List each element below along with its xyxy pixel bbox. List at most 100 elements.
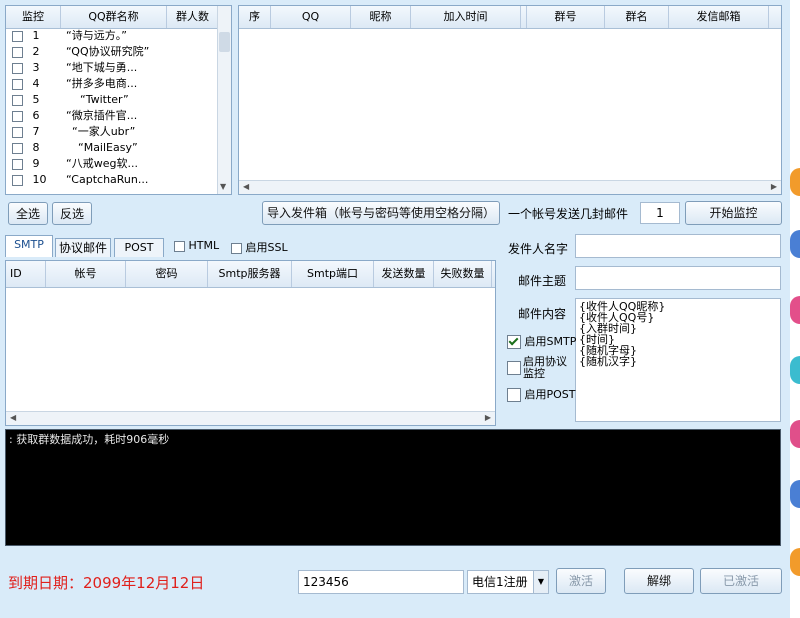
group-row-6[interactable]: 6 “微京插件官...: [6, 108, 137, 124]
group-checkbox[interactable]: [12, 158, 23, 170]
activated-button[interactable]: 已激活: [700, 568, 782, 594]
group-row-name: “诗与远方。”: [66, 29, 127, 42]
line-select-value: 电信1注册: [472, 575, 528, 589]
group-row-num: 7: [32, 125, 40, 138]
group-list-header: 监控 QQ群名称 群人数: [6, 6, 231, 29]
col-join-time[interactable]: 加入时间: [411, 6, 521, 28]
main-window: 监控 QQ群名称 群人数 1 “诗与远方。” 2 “QQ协议研究院” 3 “地下…: [0, 0, 790, 618]
ssl-checkbox[interactable]: [231, 242, 242, 254]
select-all-button[interactable]: 全选: [8, 202, 48, 225]
group-row-num: 6: [32, 109, 40, 122]
per-account-label: 一个帐号发送几封邮件: [508, 207, 629, 221]
enable-post-label: 启用POST: [524, 388, 576, 401]
enable-protocol-option[interactable]: 启用协议 监控: [507, 356, 567, 380]
invert-selection-button[interactable]: 反选: [52, 202, 92, 225]
col-monitor[interactable]: 监控: [6, 6, 61, 28]
col-id[interactable]: ID: [6, 261, 46, 287]
group-checkbox[interactable]: [12, 110, 23, 122]
sender-name-input[interactable]: [575, 234, 781, 258]
col-password[interactable]: 密码: [126, 261, 208, 287]
group-row-5[interactable]: 5 “Twitter”: [6, 92, 129, 108]
col-member-count[interactable]: 群人数: [167, 6, 219, 28]
group-row-1[interactable]: 1 “诗与远方。”: [6, 28, 127, 44]
content-line: {随机汉字}: [579, 355, 637, 368]
col-smtp-port[interactable]: Smtp端口: [292, 261, 374, 287]
subject-input[interactable]: [575, 266, 781, 290]
per-account-input[interactable]: 1: [640, 202, 680, 224]
group-row-num: 1: [32, 29, 40, 42]
edge-decoration: [790, 230, 800, 258]
content-textarea[interactable]: {收件人QQ昵称} {收件人QQ号} {入群时间} {时间} {随机字母} {随…: [575, 298, 781, 422]
group-row-num: 2: [32, 45, 40, 58]
group-row-num: 10: [32, 173, 47, 186]
col-nickname[interactable]: 昵称: [351, 6, 411, 28]
group-row-8[interactable]: 8 “MailEasy”: [6, 140, 138, 156]
group-list[interactable]: 监控 QQ群名称 群人数 1 “诗与远方。” 2 “QQ协议研究院” 3 “地下…: [5, 5, 232, 195]
tab-protocol[interactable]: 协议邮件: [55, 238, 111, 257]
group-checkbox[interactable]: [12, 78, 23, 90]
enable-post-option[interactable]: 启用POST: [507, 386, 576, 402]
scroll-thumb[interactable]: [219, 32, 230, 52]
enable-post-checkbox[interactable]: [507, 388, 521, 402]
member-table[interactable]: 序 QQ 昵称 加入时间 群号 群名 发信邮箱 ◀ ▶: [238, 5, 782, 195]
enable-protocol-label-2: 监控: [523, 367, 545, 380]
unbind-button[interactable]: 解绑: [624, 568, 694, 594]
ssl-option[interactable]: 启用SSL: [231, 239, 288, 255]
smtp-table-header: ID 帐号 密码 Smtp服务器 Smtp端口 发送数量 失败数量: [6, 261, 495, 288]
group-checkbox[interactable]: [12, 30, 23, 42]
member-table-hscrollbar[interactable]: ◀ ▶: [239, 180, 781, 194]
scroll-right-icon[interactable]: ▶: [485, 412, 491, 424]
group-checkbox[interactable]: [12, 46, 23, 58]
scroll-left-icon[interactable]: ◀: [243, 181, 249, 193]
html-checkbox[interactable]: [174, 240, 185, 252]
group-row-2[interactable]: 2 “QQ协议研究院”: [6, 44, 149, 60]
group-row-num: 9: [32, 157, 40, 170]
group-row-num: 8: [32, 141, 40, 154]
group-checkbox[interactable]: [12, 126, 23, 138]
import-sender-button[interactable]: 导入发件箱（帐号与密码等使用空格分隔）: [262, 201, 500, 225]
activation-code-input[interactable]: 123456: [298, 570, 464, 594]
edge-decoration: [790, 356, 800, 384]
col-group-name[interactable]: 群名: [605, 6, 669, 28]
line-select[interactable]: 电信1注册 ▼: [467, 570, 549, 594]
enable-smtp-option[interactable]: 启用SMTP: [507, 333, 576, 349]
group-checkbox[interactable]: [12, 174, 23, 186]
html-option[interactable]: HTML: [174, 239, 219, 252]
scroll-down-icon[interactable]: ▼: [220, 181, 226, 193]
activate-button[interactable]: 激活: [556, 568, 606, 594]
group-row-9[interactable]: 9 “八戒weg软...: [6, 156, 138, 172]
tab-post[interactable]: POST: [114, 238, 164, 257]
group-row-3[interactable]: 3 “地下城与勇...: [6, 60, 137, 76]
chevron-down-icon[interactable]: ▼: [533, 571, 548, 593]
start-monitor-button[interactable]: 开始监控: [685, 201, 782, 225]
enable-smtp-checkbox[interactable]: [507, 335, 521, 349]
smtp-table[interactable]: ID 帐号 密码 Smtp服务器 Smtp端口 发送数量 失败数量 ◀ ▶: [5, 260, 496, 426]
col-smtp-server[interactable]: Smtp服务器: [208, 261, 292, 287]
sender-name-label: 发件人名字: [508, 242, 569, 256]
group-checkbox[interactable]: [12, 142, 23, 154]
group-checkbox[interactable]: [12, 62, 23, 74]
group-list-scrollbar[interactable]: ▼: [217, 6, 231, 194]
group-row-10[interactable]: 10 “CaptchaRun...: [6, 172, 148, 188]
group-row-name: “地下城与勇...: [66, 61, 138, 74]
col-group-name[interactable]: QQ群名称: [61, 6, 167, 28]
log-console[interactable]: : 获取群数据成功，耗时906毫秒: [5, 429, 781, 546]
col-account[interactable]: 帐号: [46, 261, 126, 287]
group-row-name: “QQ协议研究院”: [66, 45, 150, 58]
col-fail-count[interactable]: 失败数量: [434, 261, 492, 287]
enable-protocol-checkbox[interactable]: [507, 361, 521, 375]
col-group-number[interactable]: 群号: [527, 6, 605, 28]
group-row-4[interactable]: 4 “拼多多电商...: [6, 76, 137, 92]
col-index[interactable]: 序: [239, 6, 271, 28]
col-sender-email[interactable]: 发信邮箱: [669, 6, 769, 28]
col-sent-count[interactable]: 发送数量: [374, 261, 434, 287]
group-checkbox[interactable]: [12, 94, 23, 106]
col-qq[interactable]: QQ: [271, 6, 351, 28]
group-row-num: 5: [32, 93, 40, 106]
group-row-name: “八戒weg软...: [66, 157, 138, 170]
smtp-table-hscrollbar[interactable]: ◀ ▶: [6, 411, 495, 425]
tab-smtp[interactable]: SMTP: [5, 235, 53, 257]
scroll-right-icon[interactable]: ▶: [771, 181, 777, 193]
scroll-left-icon[interactable]: ◀: [10, 412, 16, 424]
group-row-7[interactable]: 7 “一家人ubr”: [6, 124, 135, 140]
